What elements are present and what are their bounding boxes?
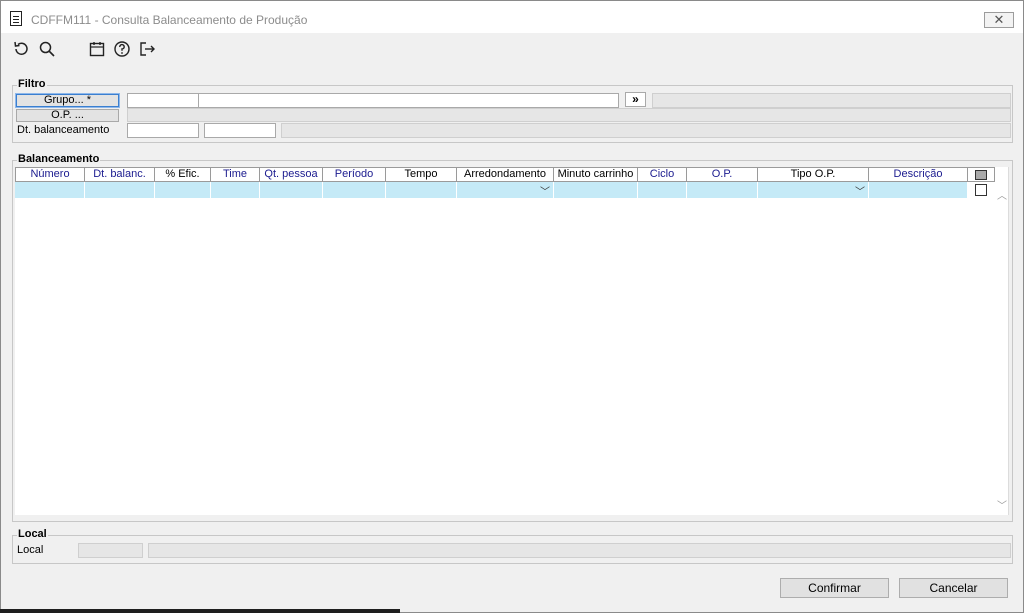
local-field-label: Local xyxy=(17,544,44,556)
col-numero[interactable]: Número xyxy=(15,167,85,182)
cell-ciclo[interactable] xyxy=(638,182,687,198)
local-description-field xyxy=(148,543,1011,558)
cell-tempo[interactable] xyxy=(386,182,457,198)
col-minuto-carrinho[interactable]: Minuto carrinho xyxy=(554,167,638,182)
confirm-button[interactable]: Confirmar xyxy=(780,578,889,598)
cell-periodo[interactable] xyxy=(323,182,386,198)
col-arredondamento[interactable]: Arredondamento xyxy=(457,167,554,182)
col-tipo-op[interactable]: Tipo O.P. xyxy=(758,167,869,182)
window-title: CDFFM111 - Consulta Balanceamento de Pro… xyxy=(31,13,308,27)
col-select-all[interactable] xyxy=(968,167,995,182)
col-dt-balanc[interactable]: Dt. balanc. xyxy=(85,167,155,182)
balanceamento-group-label: Balanceamento xyxy=(17,153,101,165)
cancel-button[interactable]: Cancelar xyxy=(899,578,1008,598)
help-icon[interactable] xyxy=(113,40,131,58)
refresh-icon[interactable] xyxy=(12,40,30,58)
main-window: CDFFM111 - Consulta Balanceamento de Pro… xyxy=(0,0,1024,613)
col-op[interactable]: O.P. xyxy=(687,167,758,182)
title-bar: CDFFM111 - Consulta Balanceamento de Pro… xyxy=(1,1,1023,33)
grupo-readonly-field xyxy=(652,93,1011,108)
chevron-down-icon[interactable]: ﹀ xyxy=(540,183,550,198)
calendar-icon[interactable] xyxy=(88,40,106,58)
col-time[interactable]: Time xyxy=(211,167,260,182)
local-code-field xyxy=(78,543,143,558)
grid-header: Número Dt. balanc. % Efic. Time Qt. pess… xyxy=(15,167,995,182)
cell-minuto-carrinho[interactable] xyxy=(554,182,638,198)
close-button[interactable]: ✕ xyxy=(984,12,1014,28)
grupo-button[interactable]: Grupo... * xyxy=(15,93,120,108)
cell-arredondamento[interactable]: ﹀ xyxy=(457,182,554,198)
more-button[interactable]: » xyxy=(625,92,646,107)
cell-time[interactable] xyxy=(211,182,260,198)
grupo-description-field[interactable] xyxy=(199,93,619,108)
cell-op[interactable] xyxy=(687,182,758,198)
scroll-down-icon[interactable]: ﹀ xyxy=(997,497,1007,512)
col-periodo[interactable]: Período xyxy=(323,167,386,182)
dt-start-field[interactable] xyxy=(127,123,199,138)
cell-numero[interactable] xyxy=(15,182,85,198)
dt-balanceamento-label: Dt. balanceamento xyxy=(17,124,110,136)
chevron-down-icon[interactable]: ﹀ xyxy=(855,183,865,198)
balanceamento-grid: Número Dt. balanc. % Efic. Time Qt. pess… xyxy=(15,167,1009,515)
scroll-up-icon[interactable]: ︿ xyxy=(997,187,1007,202)
cell-dt-balanc[interactable] xyxy=(85,182,155,198)
filtro-group-label: Filtro xyxy=(17,78,47,90)
local-group-label: Local xyxy=(17,528,48,540)
col-tempo[interactable]: Tempo xyxy=(386,167,457,182)
exit-icon[interactable] xyxy=(138,40,156,58)
select-all-icon[interactable] xyxy=(975,170,987,180)
cell-descricao[interactable] xyxy=(869,182,968,198)
dt-end-field[interactable] xyxy=(204,123,276,138)
dt-readonly-field xyxy=(281,123,1011,138)
col-descricao[interactable]: Descrição xyxy=(869,167,968,182)
grupo-code-field[interactable] xyxy=(127,93,199,108)
cell-tipo-op[interactable]: ﹀ xyxy=(758,182,869,198)
cell-qt-pessoa[interactable] xyxy=(260,182,323,198)
cell-eficiencia[interactable] xyxy=(155,182,211,198)
toolbar xyxy=(1,33,1023,65)
col-qt-pessoa[interactable]: Qt. pessoa xyxy=(260,167,323,182)
row-checkbox[interactable] xyxy=(975,184,987,196)
cell-select[interactable] xyxy=(968,182,995,198)
search-icon[interactable] xyxy=(38,40,56,58)
op-readonly-field xyxy=(127,108,1011,122)
col-eficiencia[interactable]: % Efic. xyxy=(155,167,211,182)
table-row[interactable]: ﹀ ﹀ xyxy=(15,182,995,198)
taskbar-strip xyxy=(0,609,400,613)
col-ciclo[interactable]: Ciclo xyxy=(638,167,687,182)
op-button[interactable]: O.P. ... xyxy=(16,109,119,122)
document-icon xyxy=(10,11,22,26)
